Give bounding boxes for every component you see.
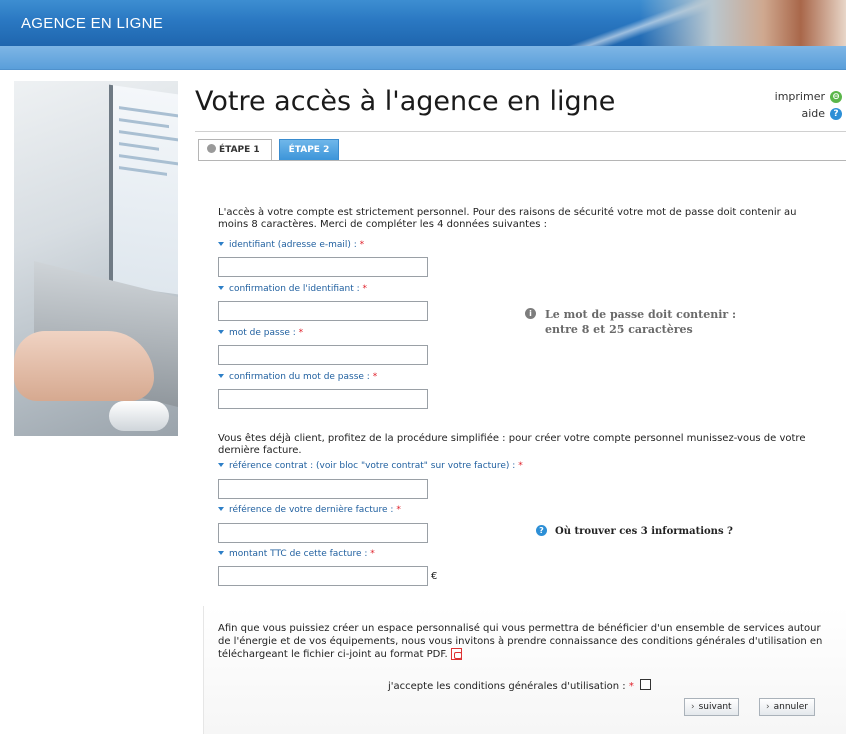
- page-tools: imprimer ⊖ aide ?: [775, 88, 842, 122]
- required-marker: *: [518, 461, 523, 471]
- side-illustration: [14, 81, 178, 436]
- confirm-password-label-text: confirmation du mot de passe :: [229, 372, 373, 382]
- required-marker: *: [298, 328, 304, 338]
- client-intro-line-2: dernière facture.: [218, 445, 302, 456]
- brand-title: AGENCE EN LIGNE: [21, 15, 164, 32]
- confirm-password-label: confirmation du mot de passe : *: [218, 372, 377, 383]
- confirm-identifiant-label: confirmation de l'identifiant : *: [218, 284, 367, 295]
- confirm-identifiant-input[interactable]: [218, 301, 428, 321]
- tab-divider: [198, 160, 846, 161]
- client-intro-text: Vous êtes déjà client, profitez de la pr…: [218, 433, 805, 457]
- conditions-line-3-row: téléchargeant le fichier ci-joint au for…: [218, 648, 822, 662]
- required-marker: *: [362, 284, 368, 294]
- intro-line-2: moins 8 caractères. Merci de compléter l…: [218, 219, 547, 230]
- password-label-text: mot de passe :: [229, 328, 299, 338]
- pdf-icon[interactable]: [450, 648, 462, 660]
- header-bar: AGENCE EN LIGNE: [0, 0, 846, 46]
- mouse: [109, 401, 169, 431]
- help-icon[interactable]: ?: [830, 107, 842, 120]
- chevron-right-icon: ›: [766, 702, 770, 712]
- required-marker: *: [370, 549, 375, 559]
- montant-ttc-label-text: montant TTC de cette facture :: [229, 549, 371, 559]
- confirm-password-input[interactable]: [218, 389, 428, 409]
- next-button[interactable]: › suivant: [684, 698, 739, 716]
- print-link[interactable]: imprimer ⊖: [775, 88, 842, 105]
- header-photo: [640, 0, 846, 46]
- password-rule-note: i Le mot de passe doit contenir : entre 8…: [525, 307, 736, 337]
- accept-conditions-text: j'accepte les conditions générales d'uti…: [388, 681, 629, 692]
- caret-down-icon: [218, 373, 224, 378]
- conditions-text: Afin que vous puissiez créer un espace p…: [218, 623, 822, 662]
- conditions-line-3: téléchargeant le fichier ci-joint au for…: [218, 649, 448, 660]
- client-intro-line-1: Vous êtes déjà client, profitez de la pr…: [218, 433, 806, 444]
- identifiant-input[interactable]: [218, 257, 428, 277]
- password-note-line-1: Le mot de passe doit contenir :: [545, 308, 737, 321]
- conditions-line-2: de l'énergie et de vos équipements, nous…: [218, 635, 823, 647]
- password-input[interactable]: [218, 345, 428, 365]
- sub-header-bar: [0, 46, 846, 70]
- required-marker: *: [628, 681, 634, 692]
- page-title: Votre accès à l'agence en ligne: [195, 86, 616, 117]
- help-link[interactable]: aide ?: [775, 105, 842, 122]
- title-divider: [195, 131, 846, 132]
- caret-down-icon: [218, 329, 224, 334]
- cancel-button[interactable]: › annuler: [759, 698, 815, 716]
- info-icon: i: [525, 307, 536, 319]
- confirm-identifiant-label-text: confirmation de l'identifiant :: [229, 284, 363, 294]
- required-marker: *: [372, 372, 378, 382]
- reference-contrat-label: référence contrat : (voir bloc "votre co…: [218, 461, 523, 472]
- where-to-find-link[interactable]: ? Où trouver ces 3 informations ?: [536, 525, 733, 537]
- cancel-button-label: annuler: [773, 702, 808, 712]
- chevron-right-icon: ›: [691, 702, 695, 712]
- montant-ttc-input[interactable]: [218, 566, 428, 586]
- accept-conditions-checkbox[interactable]: [640, 679, 651, 690]
- accept-conditions-label: j'accepte les conditions générales d'uti…: [388, 681, 634, 692]
- help-label[interactable]: aide: [801, 107, 825, 120]
- laptop-screen: [109, 84, 178, 298]
- reference-contrat-label-text: référence contrat : (voir bloc "votre co…: [229, 461, 519, 471]
- caret-down-icon: [218, 550, 224, 555]
- identifiant-label: identifiant (adresse e-mail) : *: [218, 240, 364, 251]
- caret-down-icon: [218, 241, 224, 246]
- reference-facture-label: référence de votre dernière facture : *: [218, 505, 401, 516]
- tab-step-2-label: ÉTAPE 2: [288, 145, 330, 155]
- next-button-label: suivant: [698, 702, 732, 712]
- intro-text: L'accès à votre compte est strictement p…: [218, 207, 796, 231]
- identifiant-label-text: identifiant (adresse e-mail) :: [229, 240, 360, 250]
- conditions-line-1: Afin que vous puissiez créer un espace p…: [218, 623, 821, 634]
- intro-line-1: L'accès à votre compte est strictement p…: [218, 207, 797, 218]
- help-icon[interactable]: ?: [536, 525, 547, 536]
- reference-contrat-input[interactable]: [218, 479, 428, 499]
- tab-step-1[interactable]: ÉTAPE 1: [198, 139, 272, 161]
- caret-down-icon: [218, 285, 224, 290]
- required-marker: *: [396, 505, 401, 515]
- euro-unit: €: [431, 571, 438, 582]
- reference-facture-input[interactable]: [218, 523, 428, 543]
- required-marker: *: [359, 240, 365, 250]
- reference-facture-label-text: référence de votre dernière facture :: [229, 505, 397, 515]
- print-icon[interactable]: ⊖: [830, 90, 842, 103]
- caret-down-icon: [218, 462, 224, 467]
- hand: [14, 331, 154, 401]
- where-to-find-label[interactable]: Où trouver ces 3 informations ?: [555, 526, 733, 537]
- print-label[interactable]: imprimer: [775, 90, 825, 103]
- montant-ttc-label: montant TTC de cette facture : *: [218, 549, 375, 560]
- password-label: mot de passe : *: [218, 328, 303, 339]
- active-step-icon: [207, 144, 216, 153]
- caret-down-icon: [218, 506, 224, 511]
- tab-step-2[interactable]: ÉTAPE 2: [279, 139, 339, 161]
- tab-step-1-label: ÉTAPE 1: [219, 145, 260, 155]
- password-note-line-2: entre 8 et 25 caractères: [545, 323, 693, 336]
